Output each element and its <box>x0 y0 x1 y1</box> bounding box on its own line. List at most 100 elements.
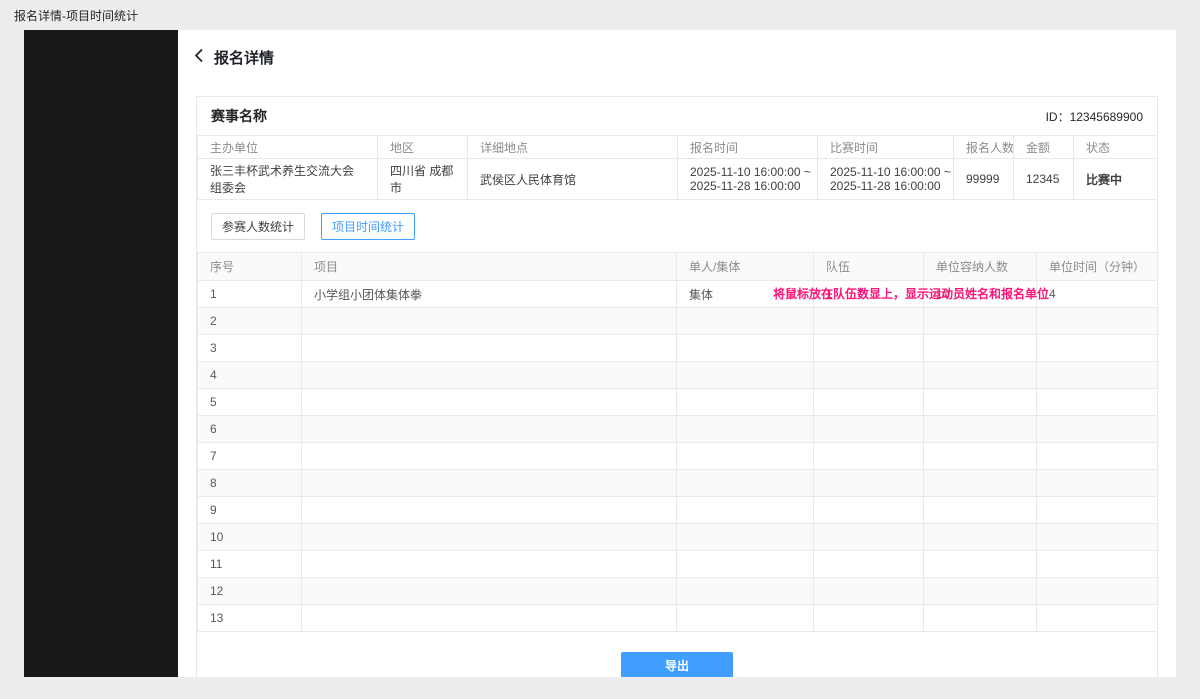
cell-unit-time <box>1037 470 1158 497</box>
cell-team-count[interactable] <box>814 524 924 551</box>
column-header: 状态 <box>1074 136 1158 159</box>
tab-participant-count[interactable]: 参赛人数统计 <box>211 213 305 240</box>
event-info-table: 主办单位地区详细地点报名时间比赛时间报名人数金额状态 张三丰杯武术养生交流大会组… <box>197 135 1158 200</box>
match-time-end: 2025-11-28 16:00:00 <box>830 179 941 193</box>
cell-solo-or-group <box>677 362 814 389</box>
cell-unit-capacity <box>924 605 1037 632</box>
cell-team-count[interactable] <box>814 443 924 470</box>
signup-time-end: 2025-11-28 16:00:00 <box>690 179 805 193</box>
project-table-header-row: 序号项目单人/集体队伍单位容纳人数单位时间（分钟） <box>198 253 1158 281</box>
cell-project <box>302 362 677 389</box>
stat-tabs: 参赛人数统计 项目时间统计 <box>197 200 1157 252</box>
cell-unit-time <box>1037 551 1158 578</box>
cell-project <box>302 308 677 335</box>
cell-unit-time <box>1037 443 1158 470</box>
cell-unit-time <box>1037 497 1158 524</box>
event-info-row: 张三丰杯武术养生交流大会组委会 四川省 成都市 武侯区人民体育馆 2025-11… <box>198 159 1158 200</box>
cell-unit-time <box>1037 578 1158 605</box>
cell-venue: 武侯区人民体育馆 <box>468 159 678 200</box>
cell-unit-capacity <box>924 551 1037 578</box>
column-header: 地区 <box>378 136 468 159</box>
table-row: 12 <box>198 578 1158 605</box>
status-badge: 比赛中 <box>1074 159 1158 200</box>
project-table-body: 1 小学组小团体集体拳 集体 1 10 4 2 <box>198 281 1158 632</box>
cell-project <box>302 470 677 497</box>
table-row: 10 <box>198 524 1158 551</box>
cell-unit-time: 4 <box>1037 281 1158 308</box>
cell-unit-capacity <box>924 389 1037 416</box>
event-id-value: 12345689900 <box>1070 110 1143 124</box>
cell-project <box>302 335 677 362</box>
page-title: 报名详情 <box>214 47 274 68</box>
cell-team-count[interactable] <box>814 389 924 416</box>
table-row: 1 小学组小团体集体拳 集体 1 10 4 <box>198 281 1158 308</box>
column-header: 金额 <box>1014 136 1074 159</box>
column-header: 单位时间（分钟） <box>1037 253 1158 281</box>
cell-unit-capacity <box>924 578 1037 605</box>
cell-organizer: 张三丰杯武术养生交流大会组委会 <box>198 159 378 200</box>
cell-project <box>302 524 677 551</box>
match-time-start: 2025-11-10 16:00:00 ~ <box>830 165 941 179</box>
cell-project <box>302 551 677 578</box>
cell-unit-capacity <box>924 416 1037 443</box>
cell-unit-time <box>1037 605 1158 632</box>
cell-signup-count: 99999 <box>954 159 1014 200</box>
export-button[interactable]: 导出 <box>621 652 733 677</box>
cell-team-count[interactable]: 1 <box>814 281 924 308</box>
cell-index: 8 <box>198 470 302 497</box>
cell-signup-time: 2025-11-10 16:00:00 ~ 2025-11-28 16:00:0… <box>678 159 818 200</box>
cell-unit-capacity: 10 <box>924 281 1037 308</box>
event-name-title: 赛事名称 <box>211 106 267 126</box>
cell-solo-or-group <box>677 389 814 416</box>
cell-unit-capacity <box>924 335 1037 362</box>
cell-team-count[interactable] <box>814 470 924 497</box>
cell-index: 11 <box>198 551 302 578</box>
cell-index: 13 <box>198 605 302 632</box>
cell-unit-time <box>1037 335 1158 362</box>
cell-unit-capacity <box>924 308 1037 335</box>
cell-index: 12 <box>198 578 302 605</box>
cell-solo-or-group <box>677 524 814 551</box>
table-row: 4 <box>198 362 1158 389</box>
cell-unit-capacity <box>924 524 1037 551</box>
cell-team-count[interactable] <box>814 605 924 632</box>
cell-index: 7 <box>198 443 302 470</box>
cell-project <box>302 578 677 605</box>
cell-team-count[interactable] <box>814 578 924 605</box>
cell-amount: 12345 <box>1014 159 1074 200</box>
cell-team-count[interactable] <box>814 497 924 524</box>
cell-solo-or-group <box>677 308 814 335</box>
cell-solo-or-group <box>677 605 814 632</box>
event-id: ID：12345689900 <box>1046 108 1143 125</box>
cell-project <box>302 443 677 470</box>
cell-solo-or-group <box>677 335 814 362</box>
table-row: 3 <box>198 335 1158 362</box>
event-id-label: ID： <box>1046 110 1070 124</box>
cell-index: 6 <box>198 416 302 443</box>
cell-unit-capacity <box>924 497 1037 524</box>
cell-team-count[interactable] <box>814 308 924 335</box>
cell-team-count[interactable] <box>814 362 924 389</box>
table-row: 5 <box>198 389 1158 416</box>
cell-project <box>302 497 677 524</box>
back-button[interactable] <box>194 48 204 68</box>
chevron-left-icon <box>194 48 204 68</box>
tab-project-time[interactable]: 项目时间统计 <box>321 213 415 240</box>
column-header: 报名人数 <box>954 136 1014 159</box>
cell-team-count[interactable] <box>814 416 924 443</box>
cell-project <box>302 416 677 443</box>
app-frame: 报名详情 赛事名称 ID：12345689900 主办单位地区详细地点报名时间比… <box>24 30 1176 677</box>
card-header: 赛事名称 ID：12345689900 <box>197 97 1157 135</box>
table-row: 9 <box>198 497 1158 524</box>
cell-project <box>302 389 677 416</box>
info-table-header-row: 主办单位地区详细地点报名时间比赛时间报名人数金额状态 <box>198 136 1158 159</box>
cell-unit-time <box>1037 416 1158 443</box>
column-header: 单位容纳人数 <box>924 253 1037 281</box>
cell-solo-or-group <box>677 578 814 605</box>
cell-team-count[interactable] <box>814 551 924 578</box>
column-header: 详细地点 <box>468 136 678 159</box>
cell-index: 9 <box>198 497 302 524</box>
cell-index: 5 <box>198 389 302 416</box>
table-row: 13 <box>198 605 1158 632</box>
cell-team-count[interactable] <box>814 335 924 362</box>
